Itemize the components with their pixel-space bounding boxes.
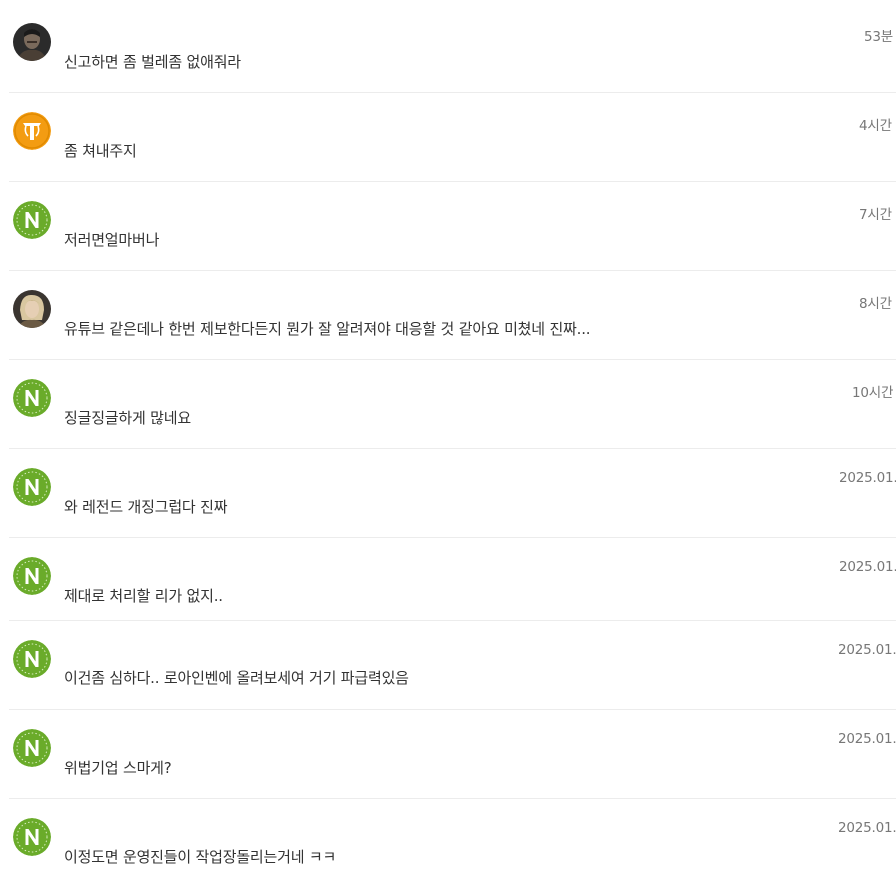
orange-emblem-avatar[interactable] — [13, 112, 51, 150]
comment-row[interactable]: 징글징글하게 많네요 10시간 — [9, 360, 896, 449]
comment-text: 이정도면 운영진들이 작업장돌리는거네 ㅋㅋ — [64, 848, 337, 866]
comment-time: 2025.01.0 — [839, 559, 896, 575]
default-n-avatar[interactable] — [13, 379, 51, 417]
comment-list: 신고하면 좀 벌레좀 없애줘라 53분 좀 쳐내주지 4시간 저러면얼마버나 7 — [0, 0, 896, 895]
comment-row[interactable]: 위법기업 스마게? 2025.01.1 — [9, 710, 896, 799]
comment-row[interactable]: 유튜브 같은데나 한번 제보한다든지 뭔가 잘 알려져야 대응할 것 같아요 미… — [9, 271, 896, 360]
comment-time: 7시간 — [859, 207, 892, 223]
default-n-avatar[interactable] — [13, 818, 51, 856]
comment-time: 10시간 — [852, 385, 894, 401]
comment-time: 2025.01.1 — [838, 731, 896, 747]
comment-row[interactable]: 와 레전드 개징그럽다 진짜 2025.01.0 — [9, 449, 896, 538]
comment-text: 좀 쳐내주지 — [64, 142, 137, 160]
default-n-avatar[interactable] — [13, 468, 51, 506]
comment-text: 저러면얼마버나 — [64, 231, 160, 249]
comment-row[interactable]: 신고하면 좀 벌레좀 없애줘라 53분 — [9, 0, 896, 93]
comment-row[interactable]: 이건좀 심하다.. 로아인벤에 올려보세여 거기 파급력있음 2025.01.1 — [9, 621, 896, 710]
comment-row[interactable]: 저러면얼마버나 7시간 — [9, 182, 896, 271]
comment-text: 신고하면 좀 벌레좀 없애줘라 — [64, 53, 241, 71]
comment-text: 와 레전드 개징그럽다 진짜 — [64, 498, 228, 516]
comment-time: 2025.01.1 — [838, 642, 896, 658]
comment-text: 징글징글하게 많네요 — [64, 409, 191, 427]
comment-time: 8시간 — [859, 296, 892, 312]
comment-row[interactable]: 좀 쳐내주지 4시간 — [9, 93, 896, 182]
warrior-portrait-avatar[interactable] — [13, 23, 51, 61]
default-n-avatar[interactable] — [13, 640, 51, 678]
comment-time: 53분 — [864, 29, 893, 45]
comment-row[interactable]: 제대로 처리할 리가 없지.. 2025.01.0 — [9, 538, 896, 621]
blonde-character-avatar[interactable] — [13, 290, 51, 328]
comment-text: 이건좀 심하다.. 로아인벤에 올려보세여 거기 파급력있음 — [64, 669, 409, 687]
comment-time: 2025.01.0 — [839, 470, 896, 486]
comment-text: 위법기업 스마게? — [64, 759, 172, 777]
comment-text: 유튜브 같은데나 한번 제보한다든지 뭔가 잘 알려져야 대응할 것 같아요 미… — [64, 320, 591, 338]
default-n-avatar[interactable] — [13, 557, 51, 595]
comment-text: 제대로 처리할 리가 없지.. — [64, 587, 223, 605]
default-n-avatar[interactable] — [13, 201, 51, 239]
default-n-avatar[interactable] — [13, 729, 51, 767]
comment-time: 4시간 — [859, 118, 892, 134]
comment-time: 2025.01.1 — [838, 820, 896, 836]
comment-row[interactable]: 이정도면 운영진들이 작업장돌리는거네 ㅋㅋ 2025.01.1 — [9, 799, 896, 895]
